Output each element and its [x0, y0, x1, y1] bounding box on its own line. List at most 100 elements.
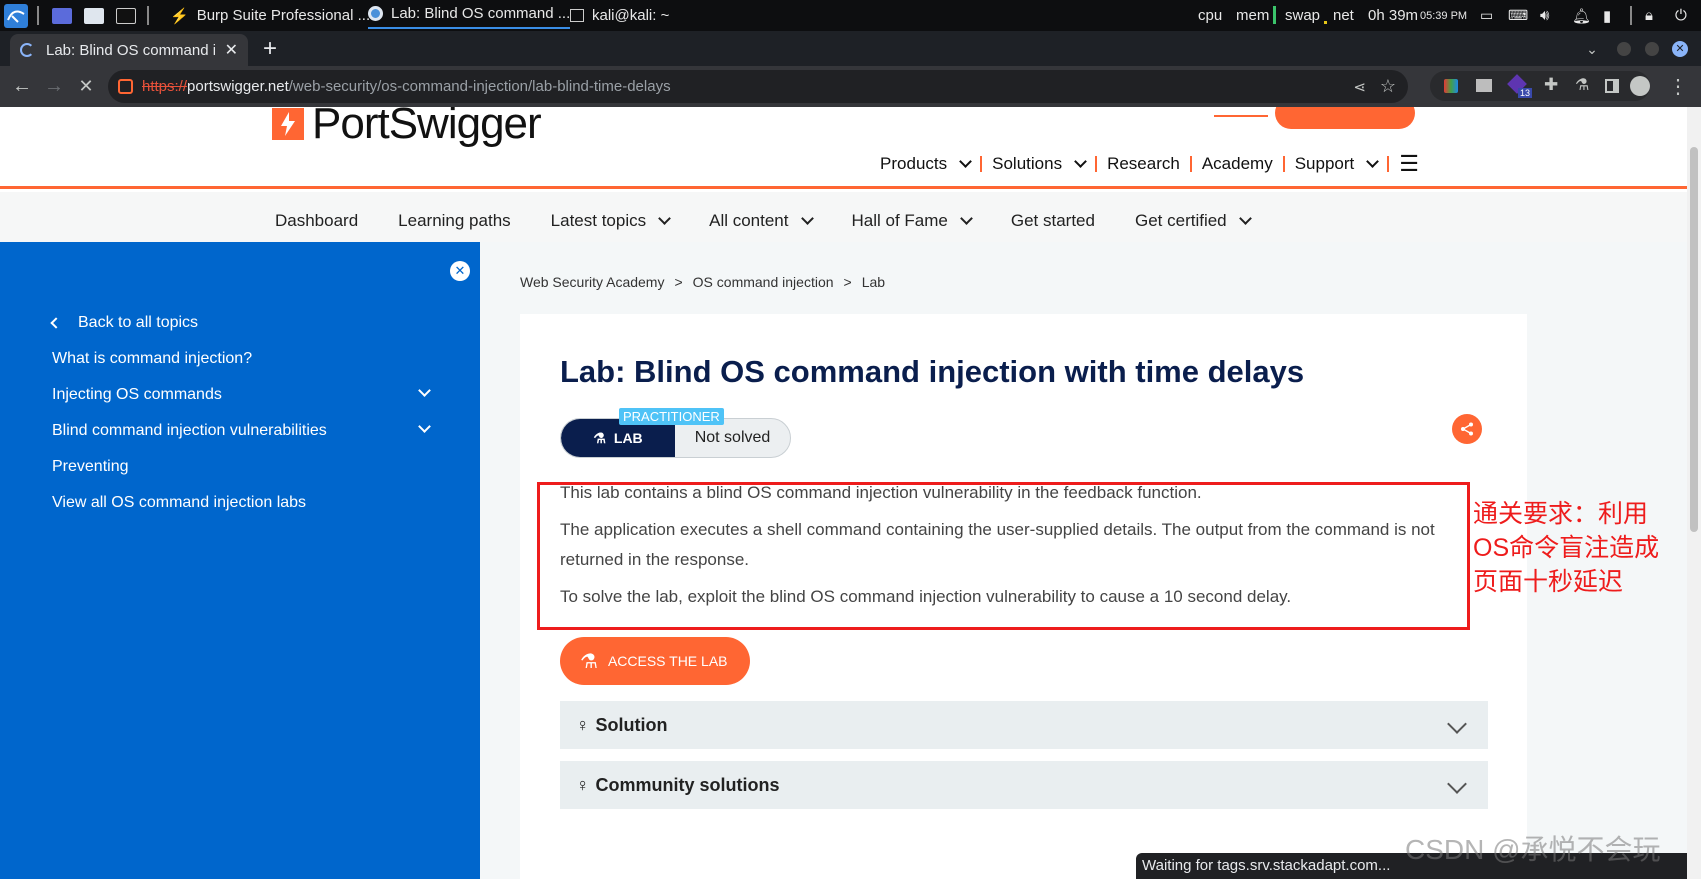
extensions-area: 13 ✚ ⚗	[1430, 71, 1650, 101]
subnav-all-content[interactable]: All content	[709, 211, 814, 231]
url-scheme: https://	[142, 78, 188, 95]
main-nav: Products Solutions Research Academy Supp…	[870, 151, 1429, 177]
bookmark-star-icon[interactable]: ☆	[1380, 76, 1396, 97]
access-the-lab-button[interactable]: ⚗ ACCESS THE LAB	[560, 637, 750, 685]
close-sidebar-icon[interactable]: ✕	[450, 261, 470, 281]
site-info-icon[interactable]	[118, 79, 133, 94]
my-account-button[interactable]	[1275, 107, 1415, 129]
nav-products[interactable]: Products	[870, 154, 980, 174]
subnav-hall-of-fame[interactable]: Hall of Fame	[852, 211, 973, 231]
clock[interactable]: 05:39 PM	[1420, 0, 1467, 31]
breadcrumb-separator: >	[843, 274, 852, 290]
side-panel-icon[interactable]	[1605, 79, 1619, 93]
chevron-down-icon	[1074, 155, 1087, 168]
workspace-icon[interactable]	[52, 0, 78, 31]
logo-text: PortSwigger	[312, 107, 542, 148]
taskbar-window-chrome[interactable]: Lab: Blind OS command ...	[368, 0, 571, 29]
terminal-icon[interactable]	[116, 0, 142, 31]
browser-tab-active[interactable]: Lab: Blind OS command in ✕	[10, 34, 248, 66]
scrollbar-thumb[interactable]	[1690, 147, 1698, 532]
taskbar-window-label: Lab: Blind OS command ...	[391, 5, 571, 22]
forward-arrow-icon[interactable]: →	[40, 72, 68, 100]
extension-color-icon[interactable]	[1444, 79, 1458, 93]
tab-search-icon[interactable]: ⌄	[1578, 35, 1606, 63]
extension-grey-icon[interactable]	[1476, 79, 1492, 92]
academy-subnav: Dashboard Learning paths Latest topics A…	[0, 192, 1687, 249]
sidebar-item-injecting[interactable]: Injecting OS commands	[52, 386, 222, 404]
back-arrow-icon[interactable]: ←	[8, 72, 36, 100]
browser-toolbar: ← → ✕ https:// portswigger.net /web-secu…	[0, 66, 1701, 107]
solution-accordion[interactable]: ♀ Solution	[560, 701, 1488, 749]
lab-flask-icon[interactable]: ⚗	[1575, 75, 1589, 95]
window-minimize-icon[interactable]	[1610, 35, 1638, 63]
window-close-icon[interactable]: ✕	[1666, 35, 1694, 63]
share-page-icon[interactable]: ⋖	[1353, 78, 1366, 96]
cpu-meter: cpu	[1198, 6, 1223, 24]
nav-solutions[interactable]: Solutions	[982, 154, 1095, 174]
browser-menu-icon[interactable]: ⋮	[1664, 72, 1692, 100]
subnav-dashboard[interactable]: Dashboard	[275, 211, 358, 231]
community-solutions-accordion[interactable]: ♀ Community solutions	[560, 761, 1488, 809]
extension-badge: 13	[1518, 88, 1533, 98]
url-host: portswigger.net	[187, 78, 289, 95]
nav-research[interactable]: Research	[1097, 154, 1190, 174]
sidebar-item-blind[interactable]: Blind command injection vulnerabilities	[52, 422, 327, 440]
chevron-down-icon	[800, 211, 814, 225]
new-tab-icon[interactable]: +	[256, 35, 284, 63]
sidebar-item-preventing[interactable]: Preventing	[52, 458, 129, 476]
notification-bell-icon[interactable]: 🔔︎	[1572, 0, 1591, 31]
power-icon[interactable]: ⏻	[1675, 0, 1687, 31]
log-out-link[interactable]	[1214, 107, 1268, 117]
chevron-down-icon	[1366, 155, 1380, 168]
breadcrumb-academy[interactable]: Web Security Academy	[520, 274, 664, 290]
taskbar-window-burp[interactable]: ⚡ Burp Suite Professional ...	[170, 0, 370, 31]
chevron-down-icon	[960, 211, 973, 225]
watermark: CSDN @承悦不会玩	[1405, 834, 1661, 865]
breadcrumb-topic[interactable]: OS command injection	[693, 274, 834, 290]
page-scrollbar[interactable]	[1687, 107, 1701, 879]
level-badge: PRACTITIONER	[619, 408, 724, 425]
battery-icon[interactable]: ▮	[1603, 0, 1611, 31]
os-taskbar: ⚡ Burp Suite Professional ... Lab: Blind…	[0, 0, 1701, 31]
chevron-down-icon[interactable]	[418, 384, 431, 397]
sidebar-item-view-all-labs[interactable]: View all OS command injection labs	[52, 494, 306, 512]
tab-title: Lab: Blind OS command in	[46, 41, 215, 59]
portswigger-logo[interactable]: PortSwigger	[272, 107, 542, 149]
site-header: PortSwigger Products Solutions Research …	[0, 107, 1687, 189]
tab-loading-icon	[20, 43, 34, 57]
kali-menu-icon[interactable]	[4, 0, 28, 31]
page-title: Lab: Blind OS command injection with tim…	[560, 354, 1305, 389]
subnav-latest-topics[interactable]: Latest topics	[551, 211, 671, 231]
taskbar-window-terminal[interactable]: kali@kali: ~	[570, 0, 669, 31]
tab-close-icon[interactable]: ✕	[225, 40, 238, 60]
extensions-puzzle-icon[interactable]: ✚	[1544, 75, 1558, 95]
chevron-down-icon[interactable]	[418, 420, 431, 433]
annotation-text: 通关要求：利用OS命令盲注造成页面十秒延迟	[1473, 500, 1660, 596]
taskbar-window-label: Burp Suite Professional ...	[196, 7, 371, 24]
share-button[interactable]	[1452, 414, 1482, 444]
hamburger-menu-icon[interactable]: ☰	[1389, 151, 1429, 177]
address-bar[interactable]: https:// portswigger.net /web-security/o…	[108, 70, 1408, 103]
sidebar-item-what-is[interactable]: What is command injection?	[52, 350, 252, 368]
profile-avatar[interactable]	[1630, 76, 1650, 96]
display-icon[interactable]: ▭	[1480, 0, 1493, 31]
nav-academy[interactable]: Academy	[1192, 154, 1283, 174]
chevron-down-icon	[959, 155, 973, 168]
topic-sidebar: ✕ Back to all topics What is command inj…	[0, 242, 480, 879]
annotation-highlight-box	[537, 482, 1470, 630]
stop-loading-icon[interactable]: ✕	[72, 72, 100, 100]
lock-icon[interactable]: 🔒︎	[1645, 0, 1653, 31]
url-path: /web-security/os-command-injection/lab-b…	[288, 78, 671, 95]
file-manager-icon[interactable]	[84, 0, 110, 31]
volume-icon[interactable]: 🔊︎	[1540, 0, 1549, 31]
subnav-learning-paths[interactable]: Learning paths	[398, 211, 510, 231]
subnav-get-certified[interactable]: Get certified	[1135, 211, 1252, 231]
back-to-all-topics-link[interactable]: Back to all topics	[50, 314, 198, 332]
subnav-get-started[interactable]: Get started	[1011, 211, 1095, 231]
keyboard-icon[interactable]: ⌨	[1508, 0, 1528, 31]
window-maximize-icon[interactable]	[1638, 35, 1666, 63]
nav-support[interactable]: Support	[1285, 154, 1388, 174]
uptime-text: 0h 39m	[1368, 7, 1419, 24]
chevron-down-icon	[1238, 211, 1252, 225]
chevron-down-icon	[1447, 714, 1467, 734]
